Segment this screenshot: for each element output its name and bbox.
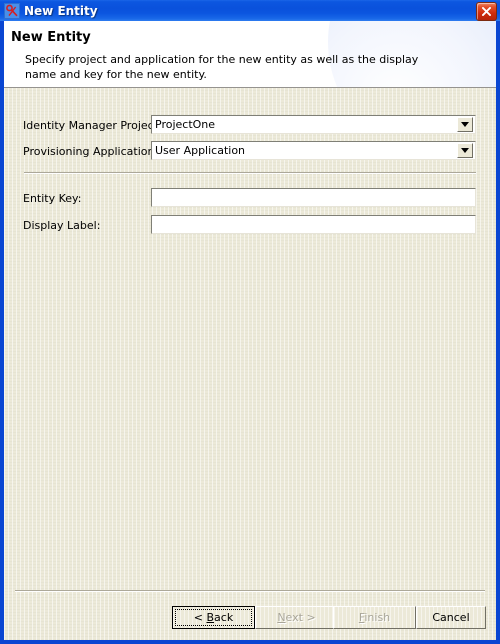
section-separator bbox=[24, 172, 476, 174]
back-button-label: < Back bbox=[193, 611, 234, 624]
label-identity-manager-project: Identity Manager Project: bbox=[23, 119, 162, 132]
title-bar[interactable]: New Entity bbox=[0, 0, 500, 21]
finish-button: Finish bbox=[333, 606, 416, 629]
chevron-down-icon[interactable] bbox=[457, 143, 473, 158]
close-button[interactable] bbox=[476, 2, 497, 21]
finish-button-label: Finish bbox=[358, 611, 391, 624]
provisioning-application-value: User Application bbox=[155, 144, 246, 157]
provisioning-application-combo[interactable]: User Application bbox=[151, 141, 476, 160]
entity-key-field[interactable] bbox=[151, 188, 476, 209]
next-button-label: Next > bbox=[277, 611, 316, 624]
cancel-button[interactable]: Cancel bbox=[416, 606, 486, 629]
label-display-label: Display Label: bbox=[23, 219, 101, 232]
display-label-input[interactable] bbox=[152, 219, 475, 236]
label-provisioning-application: Provisioning Application: bbox=[23, 145, 159, 158]
identity-manager-project-combo[interactable]: ProjectOne bbox=[151, 115, 476, 134]
label-entity-key: Entity Key: bbox=[23, 192, 82, 205]
entity-key-input[interactable] bbox=[152, 192, 475, 209]
entity-icon bbox=[4, 2, 20, 19]
display-label-field[interactable] bbox=[151, 215, 476, 236]
dialog-body: Identity Manager Project: ProjectOne Pro… bbox=[4, 88, 496, 640]
next-button: Next > bbox=[255, 606, 338, 629]
new-entity-dialog: New Entity New Entity Specify project an… bbox=[0, 0, 500, 644]
page-description: Specify project and application for the … bbox=[25, 53, 419, 81]
chevron-down-icon[interactable] bbox=[457, 117, 473, 132]
back-button-inner: < Back bbox=[175, 609, 252, 626]
back-button[interactable]: < Back bbox=[172, 606, 255, 629]
button-bar: < Back Next > Finish Cancel bbox=[4, 88, 496, 640]
window-title: New Entity bbox=[24, 3, 98, 18]
wizard-header: New Entity Specify project and applicati… bbox=[4, 21, 496, 88]
button-bar-separator bbox=[15, 590, 485, 592]
cancel-button-label: Cancel bbox=[432, 611, 470, 624]
page-title: New Entity bbox=[11, 30, 91, 45]
identity-manager-project-value: ProjectOne bbox=[155, 118, 216, 131]
